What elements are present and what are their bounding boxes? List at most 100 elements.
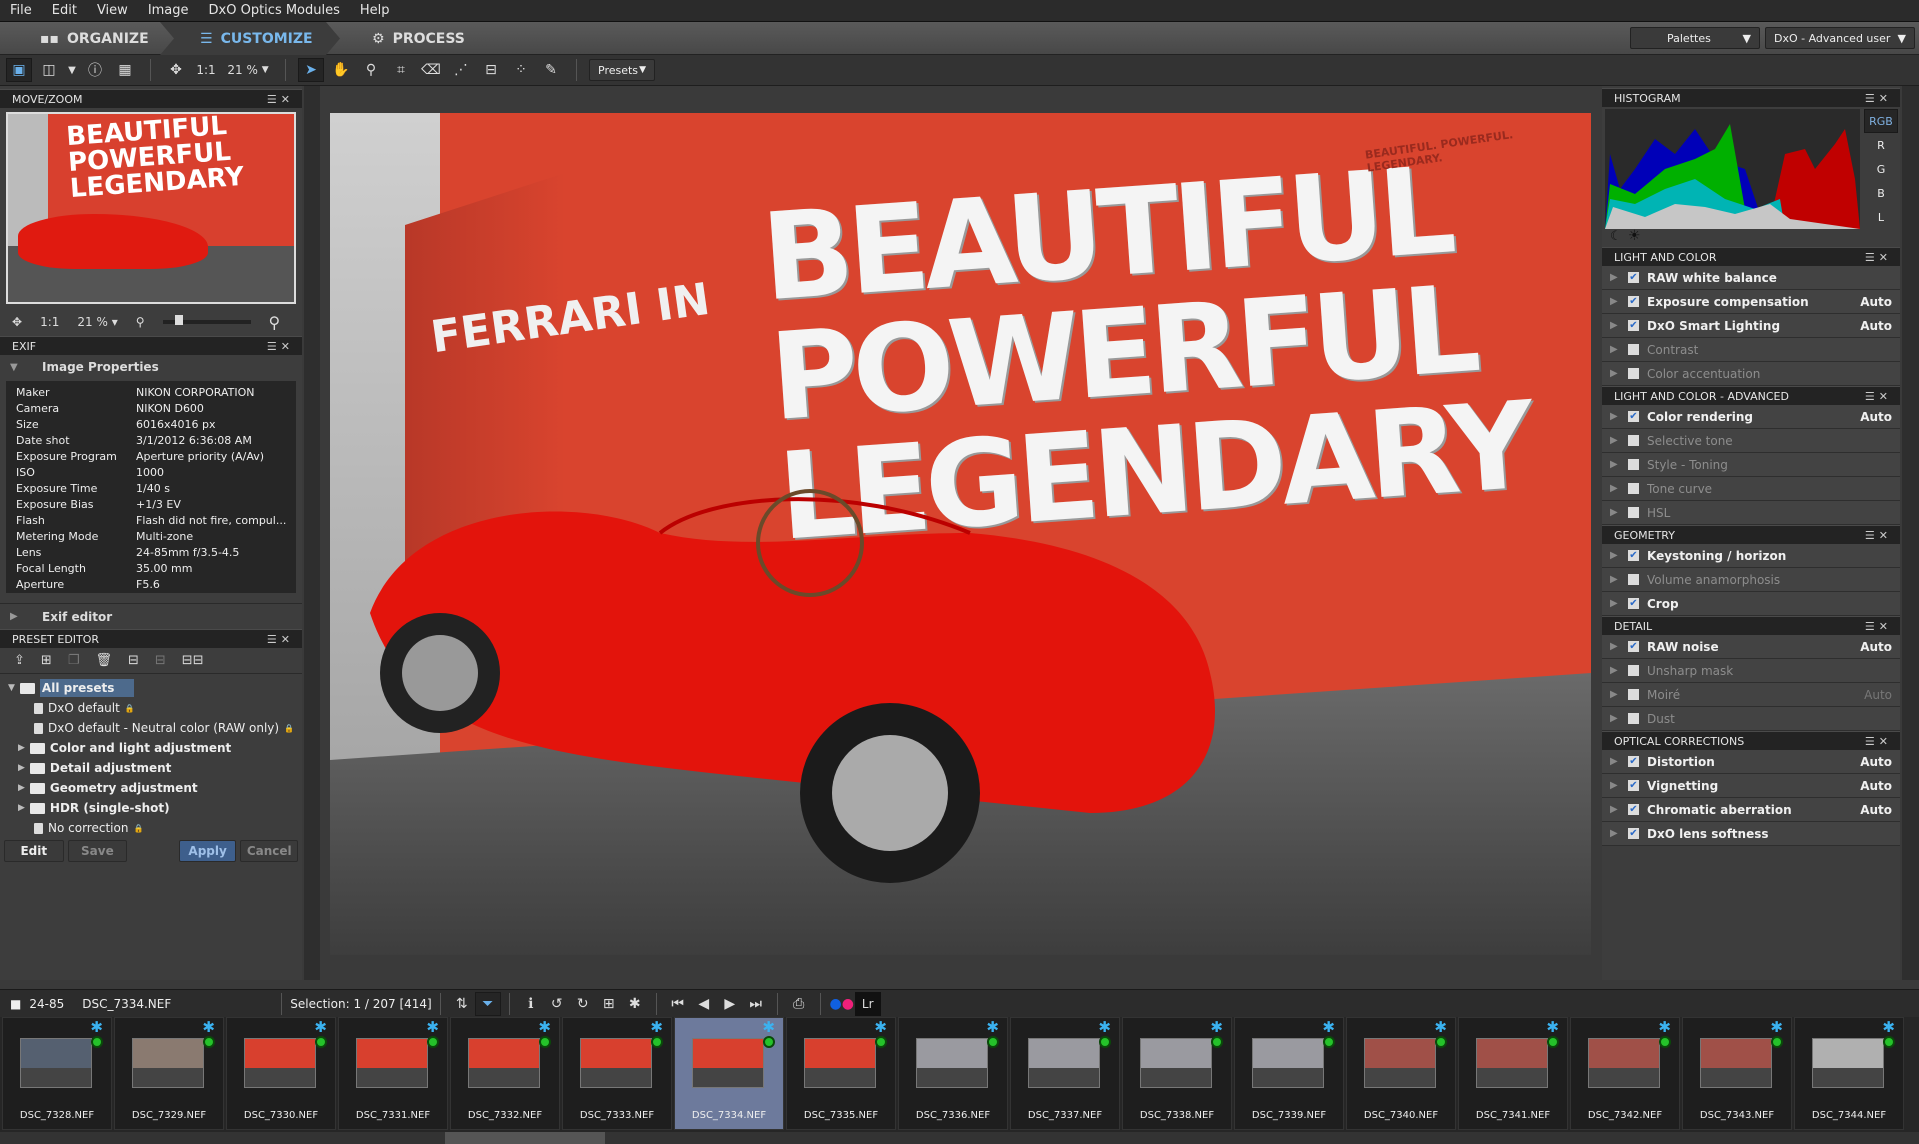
save-button[interactable]: Save bbox=[67, 840, 128, 862]
one-to-one-button[interactable]: 1:1 bbox=[193, 58, 219, 82]
expand-icon[interactable]: ▶ bbox=[1610, 344, 1628, 355]
rotate-right-button[interactable]: ↻ bbox=[570, 992, 596, 1016]
palette-menu-icon[interactable]: ☰✕ bbox=[267, 633, 294, 646]
correction-row[interactable]: ▶ ✔ RAW noise Auto bbox=[1602, 635, 1900, 659]
checkbox[interactable]: ✔ bbox=[1628, 550, 1639, 561]
lightroom-button[interactable]: Lr bbox=[854, 991, 881, 1016]
checkbox[interactable]: ✔ bbox=[1628, 756, 1639, 767]
correction-row[interactable]: ▶ Selective tone bbox=[1602, 429, 1900, 453]
correction-row[interactable]: ▶ ✔ DxO lens softness bbox=[1602, 822, 1900, 846]
expand-icon[interactable]: ▶ bbox=[1610, 320, 1628, 331]
checkbox[interactable] bbox=[1628, 344, 1639, 355]
fit-button[interactable]: ✥ bbox=[163, 58, 189, 82]
expand-icon[interactable]: ▶ bbox=[1610, 368, 1628, 379]
menu-edit[interactable]: Edit bbox=[52, 3, 77, 18]
zoom-slider-handle[interactable] bbox=[174, 315, 183, 325]
zoom-slider[interactable] bbox=[162, 315, 251, 325]
checkbox[interactable] bbox=[1628, 507, 1639, 518]
checkbox[interactable]: ✔ bbox=[1628, 804, 1639, 815]
checkbox[interactable] bbox=[1628, 574, 1639, 585]
horizon-tool[interactable]: ⊟ bbox=[478, 58, 504, 82]
correction-row[interactable]: ▶ Unsharp mask bbox=[1602, 659, 1900, 683]
print-button[interactable]: ⎙ bbox=[786, 992, 812, 1016]
expand-icon[interactable]: ▶ bbox=[1610, 713, 1628, 724]
checkbox[interactable] bbox=[1628, 689, 1639, 700]
expand-icon[interactable]: ▶ bbox=[1610, 411, 1628, 422]
zoom-out-icon[interactable]: ⚲ bbox=[136, 315, 145, 329]
checkbox[interactable] bbox=[1628, 483, 1639, 494]
checkbox[interactable]: ✔ bbox=[1628, 320, 1639, 331]
rotate-left-button[interactable]: ↺ bbox=[544, 992, 570, 1016]
palette-menu-icon[interactable]: ☰✕ bbox=[1865, 620, 1892, 633]
filmstrip-thumbnail[interactable]: ✱ DSC_7341.NEF bbox=[1458, 1017, 1568, 1130]
expand-icon[interactable]: ▶ bbox=[1610, 780, 1628, 791]
info-button[interactable]: ℹ bbox=[518, 992, 544, 1016]
expand-icon[interactable]: ▶ bbox=[1610, 272, 1628, 283]
cancel-button[interactable]: Cancel bbox=[240, 840, 299, 862]
first-button[interactable]: ⏮ bbox=[665, 992, 691, 1016]
checkbox[interactable] bbox=[1628, 713, 1639, 724]
next-button[interactable]: ▶ bbox=[717, 992, 743, 1016]
highlight-clipping-icon[interactable]: ☀ bbox=[1628, 228, 1641, 244]
filmstrip-thumbnail[interactable]: ✱ DSC_7339.NEF bbox=[1234, 1017, 1344, 1130]
select-tool[interactable]: ➤ bbox=[298, 58, 324, 82]
expand-icon[interactable]: ▶ bbox=[1610, 550, 1628, 561]
preset-tree-item[interactable]: DxO default 🔒 bbox=[8, 698, 302, 718]
filmstrip-thumbnail[interactable]: ✱ DSC_7342.NEF bbox=[1570, 1017, 1680, 1130]
correction-row[interactable]: ▶ ✔ Crop bbox=[1602, 592, 1900, 616]
filmstrip-thumbnail[interactable]: ✱ DSC_7344.NEF bbox=[1794, 1017, 1904, 1130]
expand-icon[interactable]: ▶ bbox=[1610, 828, 1628, 839]
menu-file[interactable]: File bbox=[10, 3, 32, 18]
palette-menu-icon[interactable]: ☰✕ bbox=[1865, 735, 1892, 748]
menu-view[interactable]: View bbox=[97, 3, 128, 18]
preset-tree-item[interactable]: ▶ Detail adjustment bbox=[8, 758, 302, 778]
palette-menu-icon[interactable]: ☰✕ bbox=[1865, 92, 1892, 105]
correction-row[interactable]: ▶ HSL bbox=[1602, 501, 1900, 525]
filmstrip-thumbnail[interactable]: ✱ DSC_7340.NEF bbox=[1346, 1017, 1456, 1130]
expand-icon[interactable]: ▶ bbox=[1610, 689, 1628, 700]
image-properties-section[interactable]: ▼ Image Properties bbox=[0, 355, 302, 379]
expand-icon[interactable]: ▶ bbox=[1610, 459, 1628, 470]
expand-icon[interactable]: ▶ bbox=[1610, 665, 1628, 676]
triangle-right-icon[interactable]: ▶ bbox=[18, 743, 25, 753]
expand-icon[interactable]: ▶ bbox=[1610, 598, 1628, 609]
previous-button[interactable]: ◀ bbox=[691, 992, 717, 1016]
filmstrip-thumbnail[interactable]: ✱ DSC_7333.NEF bbox=[562, 1017, 672, 1130]
triangle-right-icon[interactable]: ▶ bbox=[18, 763, 25, 773]
filmstrip-thumbnail[interactable]: ✱ DSC_7328.NEF bbox=[2, 1017, 112, 1130]
expand-icon[interactable]: ▶ bbox=[1610, 756, 1628, 767]
filmstrip-thumbnail[interactable]: ✱ DSC_7334.NEF bbox=[674, 1017, 784, 1130]
correction-row[interactable]: ▶ Contrast bbox=[1602, 338, 1900, 362]
preset-tree-item[interactable]: ▶ Color and light adjustment bbox=[8, 738, 302, 758]
grid-button[interactable]: ▦ bbox=[112, 58, 138, 82]
menu-image[interactable]: Image bbox=[148, 3, 189, 18]
zoom-dropdown[interactable]: 21 % ▼ bbox=[223, 58, 273, 82]
hand-tool[interactable]: ✋ bbox=[328, 58, 354, 82]
checkbox[interactable] bbox=[1628, 368, 1639, 379]
expand-icon[interactable]: ▶ bbox=[1610, 641, 1628, 652]
shadow-clipping-icon[interactable]: ☾ bbox=[1610, 229, 1622, 244]
filmstrip-thumbnail[interactable]: ✱ DSC_7338.NEF bbox=[1122, 1017, 1232, 1130]
tab-organize[interactable]: ▪▪ ORGANIZE bbox=[40, 22, 149, 55]
expand-icon[interactable]: ▶ bbox=[1610, 574, 1628, 585]
checkbox[interactable]: ✔ bbox=[1628, 641, 1639, 652]
presets-dropdown[interactable]: Presets ▼ bbox=[589, 59, 655, 81]
import-preset-icon[interactable]: ⇪ bbox=[14, 653, 25, 668]
filmstrip-thumbnail[interactable]: ✱ DSC_7329.NEF bbox=[114, 1017, 224, 1130]
menu-optics-modules[interactable]: DxO Optics Modules bbox=[209, 3, 340, 18]
correction-row[interactable]: ▶ ✔ Keystoning / horizon bbox=[1602, 544, 1900, 568]
exif-editor-section[interactable]: ▶ Exif editor bbox=[0, 603, 302, 629]
right-panel-scrollbar[interactable] bbox=[1902, 86, 1919, 980]
correction-row[interactable]: ▶ ✔ Distortion Auto bbox=[1602, 750, 1900, 774]
scrollbar-thumb[interactable] bbox=[445, 1132, 605, 1144]
tab-process[interactable]: ⚙ PROCESS bbox=[372, 22, 465, 55]
correction-row[interactable]: ▶ Tone curve bbox=[1602, 477, 1900, 501]
channel-r-button[interactable]: R bbox=[1864, 133, 1898, 157]
compare-presets-icon[interactable]: ⊟⊟ bbox=[182, 653, 204, 668]
preset-tree-item[interactable]: ▶ Geometry adjustment bbox=[8, 778, 302, 798]
filmstrip-thumbnail[interactable]: ✱ DSC_7332.NEF bbox=[450, 1017, 560, 1130]
expand-icon[interactable]: ▶ bbox=[1610, 804, 1628, 815]
keystone-tool[interactable]: ⁘ bbox=[508, 58, 534, 82]
expand-icon[interactable]: ▶ bbox=[1610, 296, 1628, 307]
delete-preset-icon[interactable]: 🗑 bbox=[95, 653, 112, 668]
